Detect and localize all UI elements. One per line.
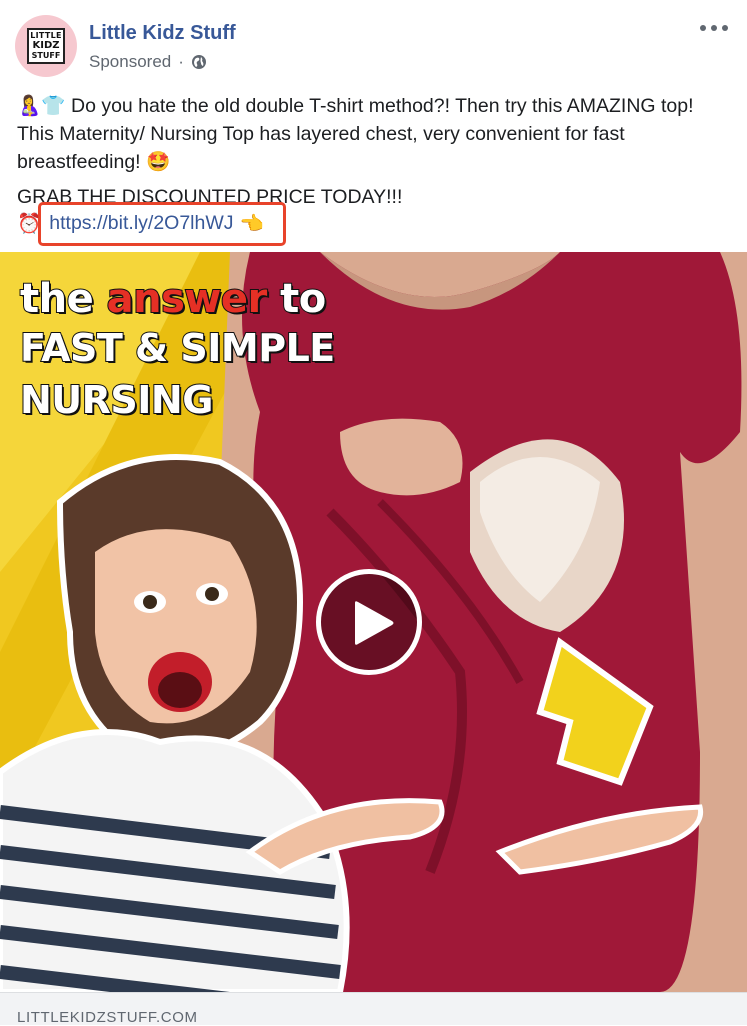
headline-line-2: FAST & SIMPLE [19, 325, 336, 371]
sponsored-label[interactable]: Sponsored [89, 52, 171, 72]
headline-post: to [266, 275, 327, 323]
sponsored-post: LITTLE KIDZ STUFF Little Kidz Stuff Spon… [0, 0, 747, 1026]
avatar-logo: LITTLE KIDZ STUFF [27, 28, 65, 64]
globe-icon[interactable] [191, 54, 207, 70]
link-domain: LITTLEKIDZSTUFF.COM [17, 1009, 198, 1026]
more-dot [722, 25, 728, 31]
avatar-logo-line-2: KIDZ [32, 40, 60, 51]
post-text: 🤱👕 Do you hate the old double T-shirt me… [17, 92, 732, 176]
meta-separator: · [178, 52, 184, 71]
mouth-inner [158, 672, 202, 708]
avatar-logo-line-3: STUFF [31, 51, 61, 60]
play-icon [355, 601, 394, 645]
headline-line-3: NURSING [19, 377, 214, 423]
video-thumbnail[interactable]: the answer to FAST & SIMPLE NURSING [0, 252, 747, 992]
avatar-logo-line-1: LITTLE [30, 31, 62, 40]
star-struck-emoji: 🤩 [146, 150, 171, 173]
link-preview-footer[interactable]: LITTLEKIDZSTUFF.COM [0, 992, 747, 1026]
pointing-emoji: 👈 [239, 212, 264, 235]
more-dot [711, 25, 717, 31]
page-name-link[interactable]: Little Kidz Stuff [89, 22, 236, 45]
more-options-icon[interactable] [700, 18, 728, 38]
post-message: Do you hate the old double T-shirt metho… [17, 95, 694, 173]
post-header: LITTLE KIDZ STUFF Little Kidz Stuff Spon… [0, 0, 747, 90]
link-line: ⏰ https://bit.ly/2O7lhWJ 👈 [17, 212, 264, 235]
play-button[interactable] [316, 569, 422, 675]
headline-pre: the [19, 275, 107, 323]
headline-emphasis: answer [106, 275, 269, 323]
mother-shirt-emoji: 🤱👕 [17, 94, 66, 117]
post-meta: Sponsored · [89, 52, 207, 72]
left-pupil [143, 595, 157, 609]
short-link[interactable]: https://bit.ly/2O7lhWJ [49, 212, 233, 235]
more-dot [700, 25, 706, 31]
headline-line-1: the answer to [19, 275, 327, 323]
right-pupil [205, 587, 219, 601]
clock-emoji: ⏰ [17, 212, 42, 235]
page-avatar[interactable]: LITTLE KIDZ STUFF [15, 15, 77, 77]
